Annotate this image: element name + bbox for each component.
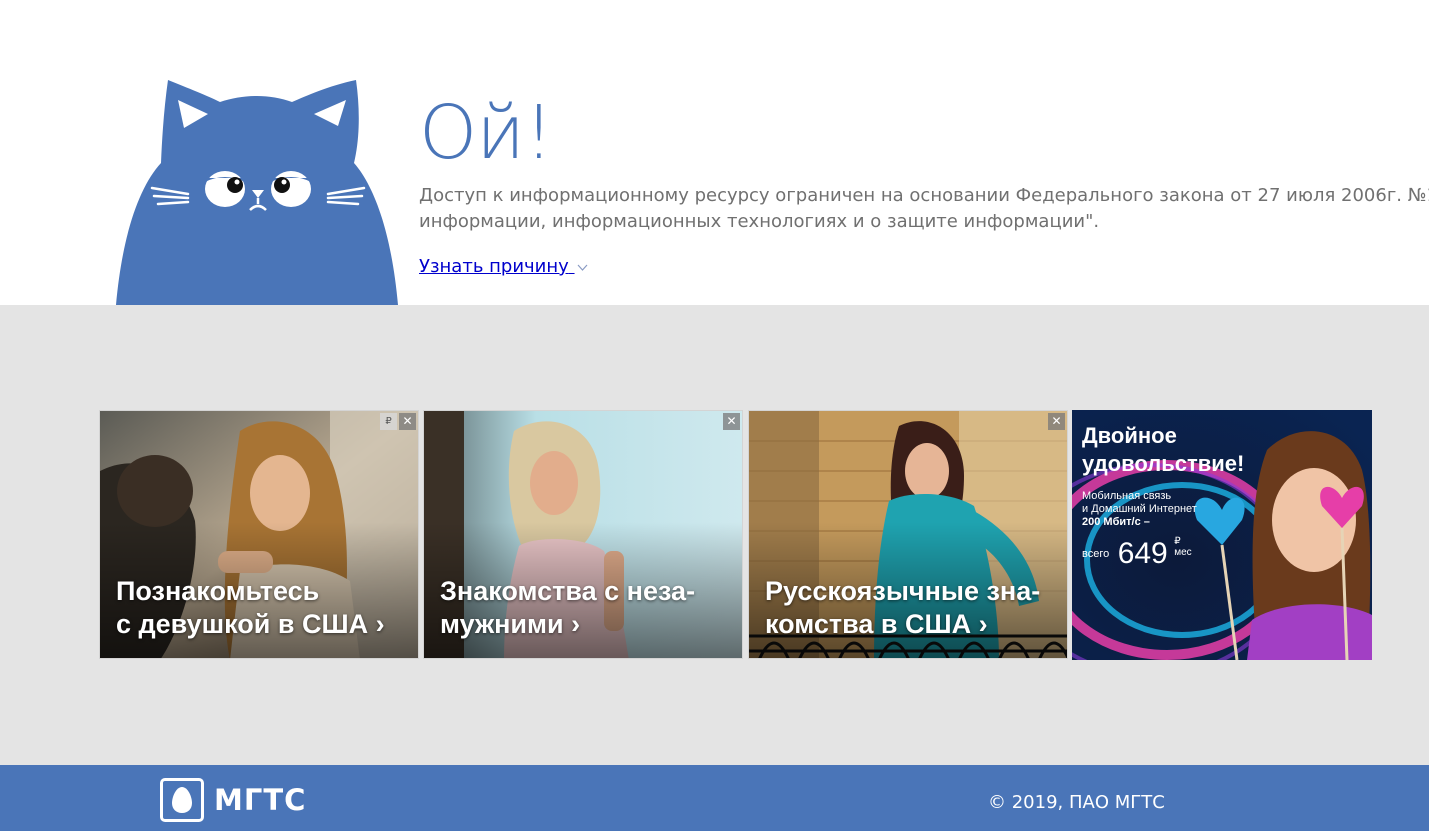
ad-caption-line: мужними › [440, 609, 581, 639]
banner-sub-line: 200 Мбит/с – [1082, 516, 1150, 528]
price-currency: ₽ [1174, 536, 1181, 547]
banner-title-line: удовольствие! [1082, 451, 1245, 476]
ad-caption-line: комства в США › [765, 609, 988, 639]
learn-reason-label: Узнать причину [419, 256, 569, 277]
learn-reason-link[interactable]: Узнать причину [419, 256, 588, 277]
ads-row: Познакомьтесь с девушкой в США › ₽ ✕ Зна… [99, 410, 1372, 660]
ruble-icon[interactable]: ₽ [380, 413, 397, 430]
description-line: Доступ к информационному ресурсу огранич… [419, 185, 1429, 206]
banner-title-line: Двойное [1082, 423, 1177, 448]
ad-caption-line: с девушкой в США › [116, 609, 385, 639]
close-icon[interactable]: ✕ [1048, 413, 1065, 430]
banner-sub-line: и Домашний Интернет [1082, 503, 1197, 515]
ad-caption[interactable]: Русскоязычные зна- комства в США › [765, 575, 1057, 641]
block-notice: Ой! Доступ к информационному ресурсу огр… [0, 0, 1429, 305]
cat-illustration [116, 80, 398, 305]
ad-card-2[interactable]: Знакомства с неза- мужними › ✕ [423, 410, 743, 659]
page-title: Ой! [419, 90, 554, 176]
ad-card-1[interactable]: Познакомьтесь с девушкой в США › ₽ ✕ [99, 410, 419, 659]
description-line: информации, информационных технологиях и… [419, 211, 1100, 232]
ads-band: Познакомьтесь с девушкой в США › ₽ ✕ Зна… [0, 305, 1429, 765]
price-unit: ₽ мес [1174, 536, 1191, 558]
banner-price: всего 649 ₽ мес [1082, 536, 1192, 571]
block-description: Доступ к информационному ресурсу огранич… [419, 183, 1429, 235]
ad-caption[interactable]: Познакомьтесь с девушкой в США › [116, 575, 408, 641]
promo-banner[interactable]: Двойное удовольствие! Мобильная связь и … [1072, 410, 1372, 660]
logo-text: МГТС [214, 783, 307, 817]
close-icon[interactable]: ✕ [723, 413, 740, 430]
ad-caption-line: Русскоязычные зна- [765, 576, 1041, 606]
mgts-logo[interactable]: МГТС [160, 778, 306, 822]
footer: МГТС © 2019, ПАО МГТС [0, 765, 1429, 831]
banner-title: Двойное удовольствие! [1082, 422, 1244, 478]
banner-sub-line: Мобильная связь [1082, 490, 1172, 502]
close-icon[interactable]: ✕ [399, 413, 416, 430]
banner-subtitle: Мобильная связь и Домашний Интернет 200 … [1082, 490, 1197, 529]
ad-card-3[interactable]: Русскоязычные зна- комства в США › ✕ [748, 410, 1068, 659]
ad-caption[interactable]: Знакомства с неза- мужними › [440, 575, 732, 641]
price-period: мес [1174, 547, 1192, 558]
price-value: 649 [1117, 537, 1168, 570]
mgts-logo-icon [160, 778, 204, 822]
price-prefix: всего [1082, 548, 1110, 560]
copyright: © 2019, ПАО МГТС [988, 792, 1165, 813]
ad-caption-line: Знакомства с неза- [440, 576, 696, 606]
ad-caption-line: Познакомьтесь [116, 576, 320, 606]
chevron-down-icon [577, 264, 587, 271]
